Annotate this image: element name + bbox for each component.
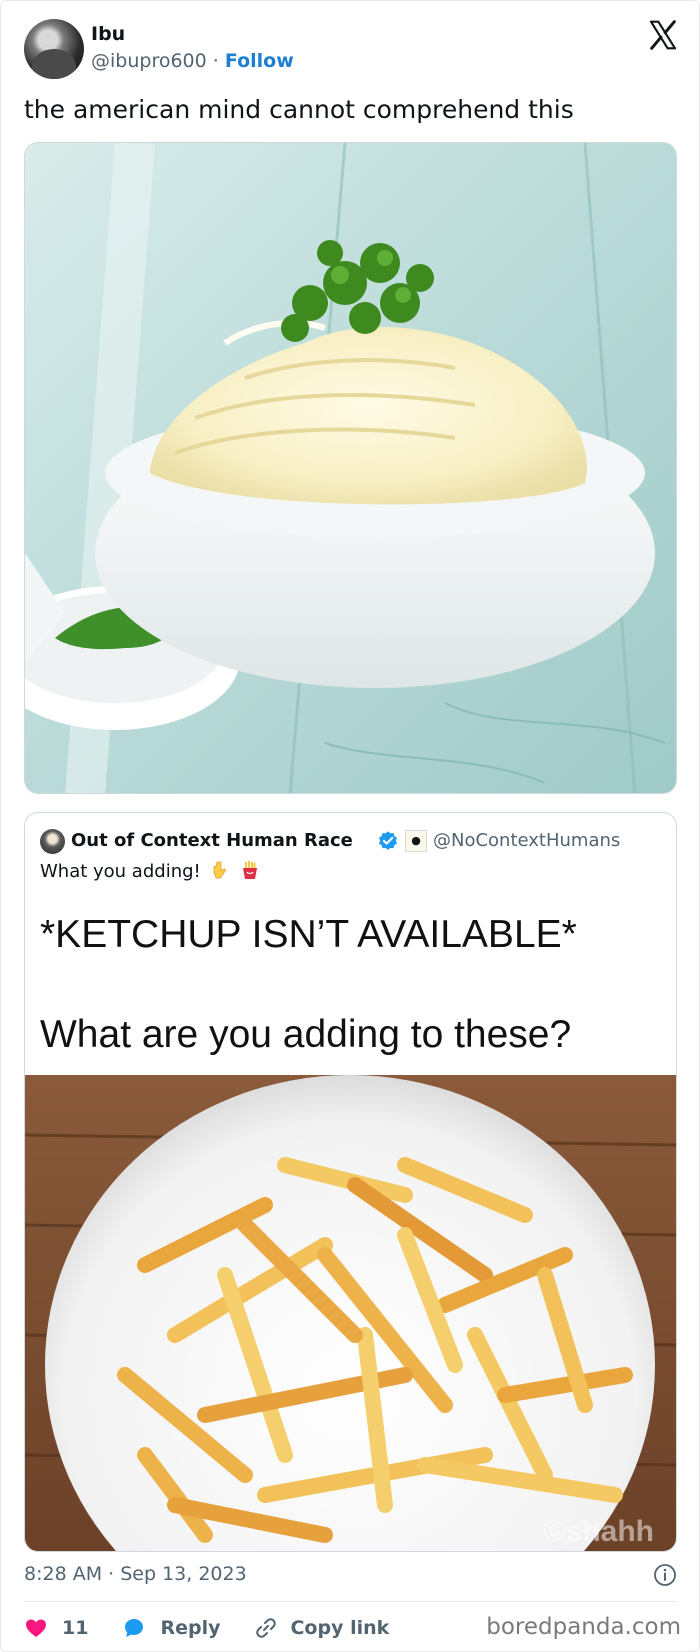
photo-watermark: ©shahh bbox=[543, 1515, 654, 1548]
like-button[interactable]: 11 bbox=[24, 1616, 88, 1640]
x-logo-icon[interactable] bbox=[647, 19, 679, 51]
tweet-text: the american mind cannot comprehend this bbox=[24, 95, 574, 124]
quoted-author-handle[interactable]: @NoContextHumans bbox=[433, 830, 620, 851]
mayonnaise-bowl-image bbox=[25, 143, 676, 793]
author-name[interactable]: Ibu bbox=[91, 23, 125, 45]
footer-divider bbox=[24, 1601, 677, 1602]
quoted-tweet-text-row: What you adding! bbox=[40, 860, 260, 882]
fries-emoji-icon bbox=[243, 861, 258, 879]
copy-link-button[interactable]: Copy link bbox=[254, 1616, 389, 1640]
fries-plate-image bbox=[25, 1075, 676, 1551]
reply-bubble-icon bbox=[125, 1619, 144, 1637]
author-handle-row: @ibupro600 · Follow bbox=[91, 50, 294, 72]
reply-label: Reply bbox=[160, 1617, 221, 1639]
tweet-timestamp[interactable]: 8:28 AM · Sep 13, 2023 bbox=[24, 1563, 247, 1585]
reply-button[interactable]: Reply bbox=[122, 1616, 220, 1640]
affiliate-badge-icon: ● bbox=[405, 830, 427, 852]
like-count: 11 bbox=[62, 1617, 89, 1639]
quoted-author-avatar[interactable] bbox=[40, 829, 65, 854]
handle-separator: · bbox=[212, 50, 219, 72]
copy-link-label: Copy link bbox=[290, 1617, 390, 1639]
quoted-tweet-text: What you adding! bbox=[40, 861, 201, 882]
heart-icon bbox=[26, 1619, 46, 1637]
quoted-tweet[interactable]: Out of Context Human Race ● @NoContextHu… bbox=[24, 812, 677, 1552]
pointing-down-emoji-icon bbox=[214, 861, 227, 879]
fries-photo[interactable]: ©shahh bbox=[25, 1075, 676, 1551]
info-icon[interactable] bbox=[653, 1563, 677, 1587]
verified-badge-icon bbox=[379, 831, 397, 850]
boredpanda-watermark: boredpanda.com bbox=[486, 1614, 681, 1640]
author-handle[interactable]: @ibupro600 bbox=[91, 50, 207, 72]
mayonnaise-photo[interactable] bbox=[24, 142, 677, 794]
quoted-author-name[interactable]: Out of Context Human Race bbox=[71, 830, 353, 851]
follow-button[interactable]: Follow bbox=[225, 50, 294, 72]
meme-line-ketchup: *KETCHUP ISN’T AVAILABLE* bbox=[40, 913, 577, 956]
action-bar: 11 Reply Copy link bbox=[24, 1613, 389, 1643]
meme-line-question: What are you adding to these? bbox=[40, 1013, 572, 1056]
tweet-card: Ibu @ibupro600 · Follow the american min… bbox=[0, 0, 700, 1652]
author-avatar[interactable] bbox=[24, 19, 84, 79]
link-icon bbox=[256, 1618, 277, 1638]
